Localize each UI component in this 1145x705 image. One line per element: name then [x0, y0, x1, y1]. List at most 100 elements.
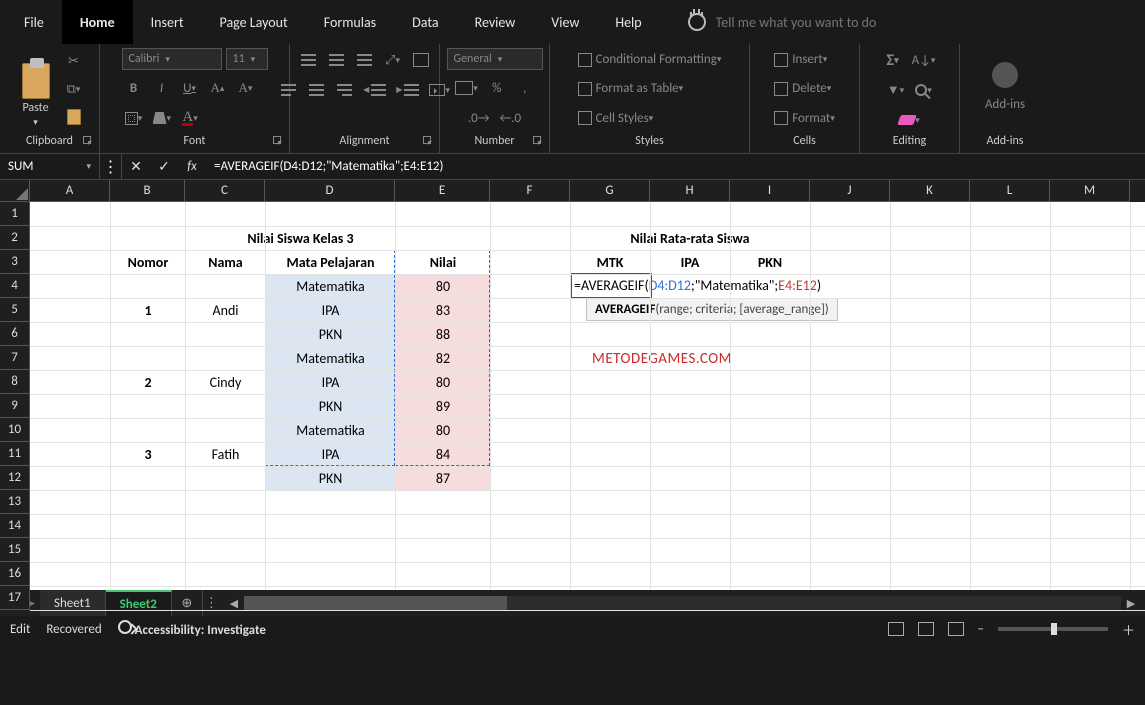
insert-function-button[interactable]: fx — [178, 154, 206, 179]
delete-cells-button[interactable]: Delete — [771, 77, 834, 100]
tab-insert[interactable]: Insert — [133, 0, 202, 44]
format-painter-button[interactable] — [62, 105, 86, 129]
underline-button[interactable]: U — [178, 76, 202, 100]
sheet-tab-2[interactable]: Sheet2 — [106, 590, 172, 616]
number-dialog-icon[interactable] — [533, 136, 541, 144]
tab-formulas[interactable]: Formulas — [306, 0, 394, 44]
format-cells-button[interactable]: Format — [771, 107, 838, 130]
hscroll-left[interactable]: ◀ — [224, 597, 244, 610]
hscroll-thumb[interactable] — [244, 596, 507, 610]
row-header[interactable]: 1 — [0, 202, 30, 226]
conditional-formatting-button[interactable]: Conditional Formatting — [575, 48, 725, 71]
hscroll-track[interactable] — [244, 596, 1121, 610]
tab-home[interactable]: Home — [62, 0, 133, 44]
hscroll-right[interactable]: ▶ — [1121, 597, 1141, 610]
view-normal-button[interactable] — [888, 622, 904, 636]
insert-cells-button[interactable]: Insert — [771, 48, 830, 71]
align-top-button[interactable] — [297, 48, 321, 72]
row-header[interactable]: 16 — [0, 562, 30, 586]
autosum-button[interactable]: Σ — [881, 48, 905, 72]
row-header[interactable]: 12 — [0, 466, 30, 490]
number-format-select[interactable]: General — [447, 48, 543, 70]
tab-file[interactable]: File — [6, 0, 62, 44]
row-header[interactable]: 11 — [0, 442, 30, 466]
tab-view[interactable]: View — [533, 0, 597, 44]
decrease-indent-button[interactable] — [360, 78, 389, 102]
decrease-font-button[interactable]: A▾ — [234, 76, 258, 100]
increase-font-button[interactable]: A▴ — [206, 76, 230, 100]
row-headers[interactable]: 1234567891011121314151617 — [0, 202, 30, 610]
column-headers[interactable]: ABCDEFGHIJKLM — [30, 180, 1145, 202]
alignment-dialog-icon[interactable] — [423, 136, 431, 144]
font-color-button[interactable]: A — [178, 106, 202, 130]
row-header[interactable]: 10 — [0, 418, 30, 442]
column-header[interactable]: D — [265, 180, 395, 202]
font-size-select[interactable]: 11 — [226, 48, 268, 70]
tab-help[interactable]: Help — [597, 0, 659, 44]
align-middle-button[interactable] — [325, 48, 349, 72]
align-right-button[interactable] — [332, 78, 356, 102]
font-name-select[interactable]: Calibri — [122, 48, 222, 70]
wrap-text-button[interactable] — [409, 48, 433, 72]
column-header[interactable]: M — [1050, 180, 1130, 202]
tab-review[interactable]: Review — [457, 0, 534, 44]
tab-data[interactable]: Data — [394, 0, 456, 44]
font-dialog-icon[interactable] — [273, 136, 281, 144]
decrease-decimal-button[interactable]: ←.0 — [497, 106, 525, 130]
zoom-in-button[interactable]: ＋ — [1122, 620, 1135, 639]
clear-button[interactable] — [896, 108, 923, 132]
comma-button[interactable]: , — [513, 76, 537, 100]
tab-split-handle[interactable]: ⋮ — [202, 590, 220, 616]
fill-button[interactable]: ▼ — [883, 78, 907, 102]
column-header[interactable]: C — [185, 180, 265, 202]
format-as-table-button[interactable]: Format as Table — [575, 77, 687, 100]
view-page-break-button[interactable] — [948, 622, 964, 636]
column-header[interactable]: G — [570, 180, 650, 202]
column-header[interactable]: I — [730, 180, 810, 202]
new-sheet-button[interactable]: ⊕ — [172, 590, 202, 616]
column-header[interactable]: H — [650, 180, 730, 202]
formula-input[interactable]: =AVERAGEIF(D4:D12;"Matematika";E4:E12) — [206, 154, 1145, 179]
row-header[interactable]: 4 — [0, 274, 30, 298]
tab-page-layout[interactable]: Page Layout — [202, 0, 306, 44]
increase-indent-button[interactable] — [393, 78, 422, 102]
row-header[interactable]: 8 — [0, 370, 30, 394]
column-header[interactable]: E — [395, 180, 490, 202]
tell-me-input[interactable] — [716, 14, 976, 31]
enter-formula-button[interactable]: ✓ — [150, 154, 178, 179]
cut-button[interactable] — [62, 49, 86, 73]
row-header[interactable]: 13 — [0, 490, 30, 514]
column-header[interactable]: F — [490, 180, 570, 202]
column-header[interactable]: A — [30, 180, 110, 202]
cancel-formula-button[interactable]: ✕ — [122, 154, 150, 179]
orientation-button[interactable]: ⤢ — [381, 48, 405, 72]
row-header[interactable]: 2 — [0, 226, 30, 250]
cell-styles-button[interactable]: Cell Styles — [575, 107, 657, 130]
row-header[interactable]: 14 — [0, 514, 30, 538]
row-header[interactable]: 6 — [0, 322, 30, 346]
paste-button[interactable]: Paste▾ — [14, 50, 58, 128]
column-header[interactable]: L — [970, 180, 1050, 202]
row-header[interactable]: 7 — [0, 346, 30, 370]
italic-button[interactable]: I — [150, 76, 174, 100]
sheet-tab-1[interactable]: Sheet1 — [40, 590, 106, 616]
align-center-button[interactable] — [304, 78, 328, 102]
accessibility-status[interactable]: Accessibility: Investigate — [118, 620, 266, 638]
worksheet[interactable]: ABCDEFGHIJKLM 1234567891011121314151617 … — [0, 180, 1145, 590]
row-header[interactable]: 5 — [0, 298, 30, 322]
column-header[interactable]: B — [110, 180, 185, 202]
column-header[interactable]: K — [890, 180, 970, 202]
accounting-format-button[interactable] — [452, 76, 481, 100]
row-header[interactable]: 17 — [0, 586, 30, 610]
row-header[interactable]: 3 — [0, 250, 30, 274]
increase-decimal-button[interactable]: .0→ — [465, 106, 493, 130]
zoom-slider[interactable] — [998, 627, 1108, 631]
select-all-corner[interactable] — [0, 180, 30, 202]
row-header[interactable]: 9 — [0, 394, 30, 418]
name-box[interactable]: SUM — [0, 154, 100, 179]
column-header[interactable]: J — [810, 180, 890, 202]
align-left-button[interactable] — [276, 78, 300, 102]
addins-button[interactable]: Add-ins — [982, 92, 1028, 116]
align-bottom-button[interactable] — [353, 48, 377, 72]
fill-color-button[interactable] — [150, 106, 175, 130]
